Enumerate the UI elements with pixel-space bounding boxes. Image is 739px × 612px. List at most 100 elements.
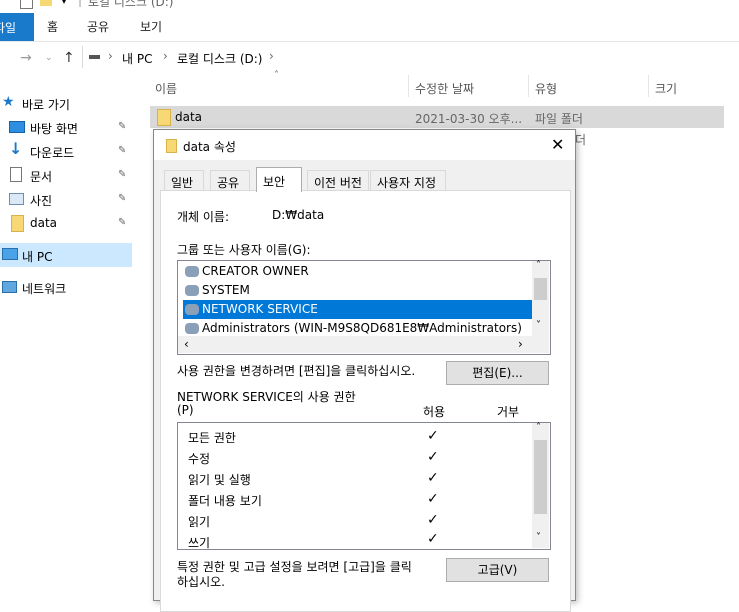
scroll-up-icon[interactable]: ˄ [536, 422, 541, 433]
item-type: 파일 폴더 [535, 112, 583, 126]
groups-list[interactable]: CREATOR OWNER SYSTEM NETWORK SERVICE Adm… [177, 260, 551, 355]
folder-quick-icon [40, 0, 52, 6]
group-name: SYSTEM [202, 283, 250, 297]
nav-item-label: data [30, 216, 58, 230]
nav-network-label: 네트워크 [22, 282, 67, 296]
object-name-value: D:₩data [272, 208, 325, 222]
tab-view[interactable]: 보기 [140, 18, 162, 35]
up-icon[interactable]: ↑ [63, 50, 75, 66]
tab-customize[interactable]: 사용자 지정 [370, 170, 446, 191]
pin-icon[interactable]: ✎ [118, 193, 126, 204]
address-row: → ⌄ ↑ › 내 PC › 로컬 디스크 (D:) › [0, 42, 739, 73]
nav-item-label: 바탕 화면 [30, 122, 78, 136]
scroll-left-icon[interactable]: ‹ [184, 337, 189, 351]
vertical-scrollbar[interactable]: ˄ ˅ [532, 422, 549, 548]
pin-icon[interactable]: ✎ [118, 217, 126, 228]
close-icon[interactable]: ✕ [551, 135, 564, 154]
column-name[interactable]: 이름 [155, 80, 177, 97]
network-icon [2, 281, 17, 293]
sort-arrow-icon: ˄ [274, 70, 279, 81]
group-name: Administrators (WIN-M9S8QD681E8₩Administ… [202, 321, 522, 335]
tab-file-label: 파일 [0, 21, 17, 35]
nav-quick-access[interactable]: ★ 바로 가기 [0, 91, 132, 115]
recent-dropdown-icon[interactable]: ⌄ [45, 53, 53, 63]
tab-home[interactable]: 홈 [47, 18, 58, 35]
tab-security[interactable]: 보안 [256, 167, 302, 192]
security-panel: 개체 이름: D:₩data 그룹 또는 사용자 이름(G): CREATOR … [160, 190, 571, 612]
users-icon [185, 266, 199, 277]
horizontal-scrollbar[interactable]: ‹ › [178, 336, 549, 353]
nav-item-label: 다운로드 [30, 146, 75, 160]
column-divider[interactable] [648, 75, 649, 97]
pin-icon[interactable]: ✎ [118, 121, 126, 132]
folder-icon [157, 109, 171, 126]
object-name-label: 개체 이름: [177, 210, 230, 224]
checkbox-quick-icon [20, 0, 33, 9]
allow-check-icon: ✓ [427, 512, 439, 528]
breadcrumb-drive[interactable]: 로컬 디스크 (D:) [177, 50, 262, 67]
title-separator: | [78, 0, 83, 7]
tab-share[interactable]: 공유 [87, 18, 109, 35]
folder-icon [166, 139, 177, 153]
nav-item-documents[interactable]: 문서 ✎ [0, 163, 132, 187]
column-divider[interactable] [528, 75, 529, 97]
nav-this-pc-label: 내 PC [22, 250, 53, 264]
drive-icon [89, 55, 100, 59]
advanced-button[interactable]: 고급(V) [446, 558, 549, 582]
column-size[interactable]: 크기 [655, 80, 677, 97]
permissions-label-shortcut: (P) [177, 403, 194, 417]
dialog-title: data 속성 [183, 140, 236, 154]
address-bar[interactable]: › 내 PC › 로컬 디스크 (D:) › [82, 46, 739, 68]
advanced-hint-text-2: 하십시오. [177, 575, 225, 589]
list-item[interactable]: data 2021-03-30 오후... 파일 폴더 [150, 106, 724, 128]
scroll-down-icon[interactable]: ˅ [536, 320, 541, 331]
tab-file[interactable]: 파일 [0, 13, 34, 41]
allow-column-header: 허용 [423, 405, 446, 419]
nav-quick-access-label: 바로 가기 [22, 98, 70, 112]
list-item-selected[interactable]: NETWORK SERVICE [183, 300, 535, 319]
permission-name: 쓰기 [188, 536, 211, 550]
users-icon [185, 304, 199, 315]
scroll-thumb[interactable] [534, 440, 547, 514]
scroll-right-icon[interactable]: › [518, 337, 523, 351]
permissions-list[interactable]: 모든 권한 ✓ 수정 ✓ 읽기 및 실행 ✓ 폴더 내용 보기 ✓ 읽기 ✓ 쓰… [177, 422, 551, 550]
column-type[interactable]: 유형 [535, 80, 557, 97]
permission-name: 폴더 내용 보기 [188, 494, 262, 508]
item-type-partial: 더 [575, 133, 587, 147]
nav-item-downloads[interactable]: ↓ 다운로드 ✎ [0, 139, 132, 163]
tab-label: 보안 [263, 175, 286, 189]
tab-previous-versions[interactable]: 이전 버전 [307, 170, 369, 191]
quick-access-dropdown-icon[interactable]: ▾ [62, 0, 66, 6]
scroll-up-icon[interactable]: ˄ [536, 260, 541, 271]
list-item[interactable]: CREATOR OWNER [183, 262, 535, 281]
column-divider[interactable] [408, 75, 409, 97]
ribbon: 파일 홈 공유 보기 [0, 13, 739, 42]
column-date[interactable]: 수정한 날짜 [415, 80, 474, 97]
edit-button[interactable]: 편집(E)... [446, 361, 549, 385]
dialog-title-bar[interactable]: data 속성 ✕ [154, 130, 575, 160]
breadcrumb-this-pc[interactable]: 내 PC [122, 50, 152, 67]
deny-column-header: 거부 [497, 405, 520, 419]
nav-this-pc[interactable]: 내 PC [0, 243, 132, 267]
scroll-thumb[interactable] [534, 278, 547, 300]
list-item[interactable]: SYSTEM [183, 281, 535, 300]
tab-general[interactable]: 일반 [164, 170, 204, 191]
forward-icon[interactable]: → [20, 50, 32, 66]
allow-check-icon: ✓ [427, 428, 439, 444]
tab-sharing[interactable]: 공유 [210, 170, 250, 191]
item-date: 2021-03-30 오후... [415, 112, 523, 126]
scroll-down-icon[interactable]: ˅ [536, 532, 541, 543]
document-icon [10, 167, 22, 182]
pin-icon[interactable]: ✎ [118, 145, 126, 156]
permission-name: 모든 권한 [188, 431, 236, 445]
groups-label: 그룹 또는 사용자 이름(G): [177, 243, 311, 257]
tab-label: 공유 [217, 176, 240, 190]
nav-item-desktop[interactable]: 바탕 화면 ✎ [0, 115, 132, 139]
group-name: NETWORK SERVICE [202, 302, 318, 316]
nav-item-pictures[interactable]: 사진 ✎ [0, 187, 132, 211]
vertical-scrollbar[interactable]: ˄ ˅ [532, 260, 549, 336]
nav-item-data[interactable]: data ✎ [0, 211, 132, 235]
nav-network[interactable]: 네트워크 [0, 275, 132, 299]
pin-icon[interactable]: ✎ [118, 169, 126, 180]
allow-check-icon: ✓ [427, 449, 439, 465]
